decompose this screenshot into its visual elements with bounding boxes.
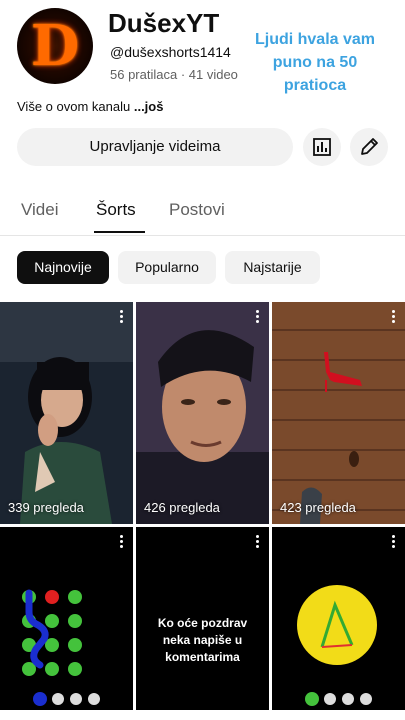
short-thumbnail-4[interactable] — [0, 527, 133, 720]
channel-tabs: Videi Šorts Postovi — [0, 190, 405, 236]
short-thumbnail-1[interactable]: 339 pregleda — [0, 302, 133, 524]
short-thumbnail-2[interactable]: 426 pregleda — [136, 302, 269, 524]
short-1-views: 339 pregleda — [8, 500, 84, 515]
channel-handle: @dušexshorts1414 — [110, 44, 231, 60]
short-5-text: Ko oće pozdrav neka napiše u komentarima — [157, 616, 248, 664]
short-thumbnail-3[interactable]: 423 pregleda — [272, 302, 405, 524]
bar-chart-icon — [313, 138, 331, 156]
short-thumbnail-6[interactable] — [272, 527, 405, 720]
tab-shorts[interactable]: Šorts — [96, 200, 136, 220]
short-5-more-icon[interactable] — [251, 533, 263, 549]
chip-newest[interactable]: Najnovije — [17, 251, 109, 284]
short-1-more-icon[interactable] — [115, 308, 127, 324]
short-2-more-icon[interactable] — [251, 308, 263, 324]
pencil-icon — [361, 138, 378, 155]
avatar-letter: D — [30, 13, 80, 79]
manage-videos-button[interactable]: Upravljanje videima — [17, 128, 293, 166]
short-3-views: 423 pregleda — [280, 500, 356, 515]
tab-posts[interactable]: Postovi — [169, 200, 225, 220]
chip-popular[interactable]: Popularno — [118, 251, 216, 284]
about-text: Više o ovom kanalu — [17, 99, 131, 114]
channel-about-link[interactable]: Više o ovom kanalu ...još — [17, 99, 163, 114]
about-more: ...još — [133, 99, 164, 114]
channel-avatar[interactable]: D — [17, 8, 93, 84]
short-2-image — [136, 302, 269, 524]
short-6-image — [272, 527, 405, 720]
short-6-more-icon[interactable] — [387, 533, 399, 549]
short-2-views: 426 pregleda — [144, 500, 220, 515]
short-4-more-icon[interactable] — [115, 533, 127, 549]
chip-oldest[interactable]: Najstarije — [225, 251, 320, 284]
short-4-image — [0, 527, 133, 720]
bottom-navigation — [0, 710, 405, 720]
edit-channel-button[interactable] — [350, 128, 388, 166]
short-3-more-icon[interactable] — [387, 308, 399, 324]
short-3-image — [272, 302, 405, 524]
channel-header: D DušexYT @dušexshorts1414 56 pratilaca … — [0, 0, 405, 125]
shorts-grid: 339 pregleda 426 pregleda 423 pregleda K… — [0, 302, 405, 720]
short-thumbnail-5[interactable]: Ko oće pozdrav neka napiše u komentarima — [136, 527, 269, 720]
analytics-button[interactable] — [303, 128, 341, 166]
overlay-caption: Ljudi hvala vam puno na 50 pratioca — [254, 31, 376, 94]
channel-stats: 56 pratilaca · 41 video — [110, 67, 238, 82]
channel-name: DušexYT — [108, 8, 220, 38]
short-1-image — [0, 302, 133, 524]
tab-videos[interactable]: Videi — [21, 200, 59, 220]
active-tab-indicator — [94, 231, 145, 233]
